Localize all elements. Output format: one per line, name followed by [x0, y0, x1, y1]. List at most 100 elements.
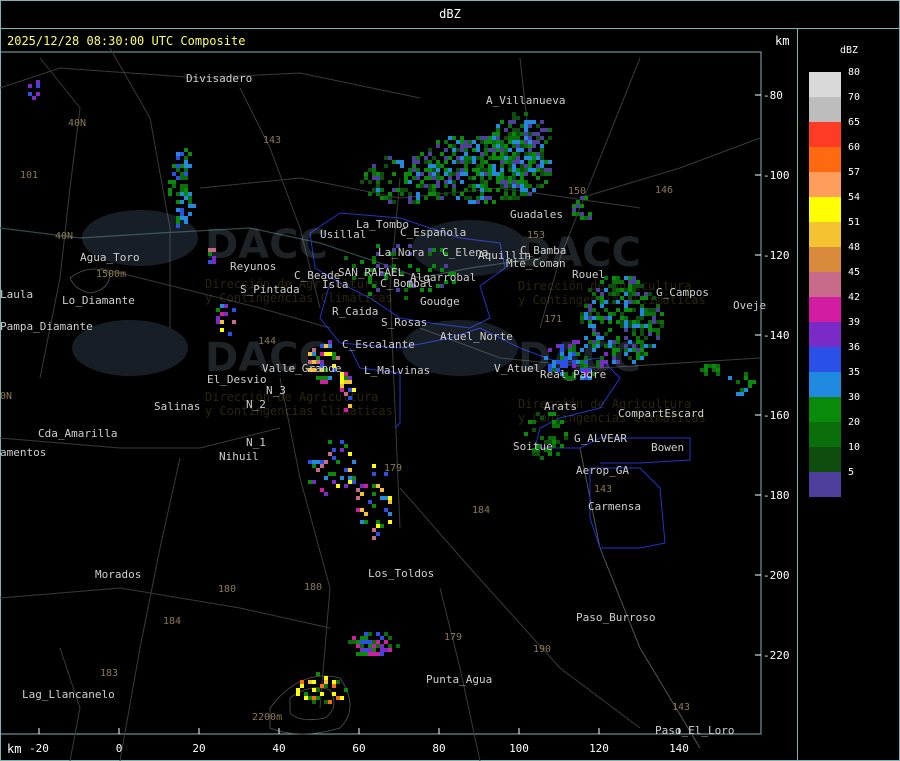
echo-cell — [472, 188, 476, 192]
echo-cell — [372, 172, 376, 176]
echo-cell — [516, 144, 520, 148]
echo-cell — [740, 388, 744, 392]
echo-cell — [184, 168, 188, 172]
echo-cell — [452, 160, 456, 164]
echo-cell — [524, 168, 528, 172]
legend-swatch — [809, 72, 841, 97]
echo-cell — [436, 176, 440, 180]
echo-cell — [488, 136, 492, 140]
echo-cell — [416, 160, 420, 164]
echo-cell — [504, 180, 508, 184]
echo-cell — [520, 176, 524, 180]
echo-cell — [740, 392, 744, 396]
echo-cell — [500, 196, 504, 200]
echo-cell — [380, 496, 384, 500]
echo-cell — [376, 184, 380, 188]
echo-cell — [548, 160, 552, 164]
echo-cell — [600, 300, 604, 304]
echo-cell — [360, 520, 364, 524]
echo-cell — [396, 160, 400, 164]
echo-cell — [508, 136, 512, 140]
legend-value: 45 — [848, 267, 861, 278]
legend-swatch — [809, 397, 841, 422]
echo-cell — [648, 320, 652, 324]
echo-cell — [640, 312, 644, 316]
echo-cell — [528, 164, 532, 168]
echo-cell — [624, 348, 628, 352]
place-label: Atuel_Norte — [440, 330, 513, 343]
echo-cell — [324, 380, 328, 384]
echo-cell — [336, 460, 340, 464]
road-label: 180 — [218, 584, 236, 595]
echo-cell — [500, 152, 504, 156]
echo-cell — [388, 192, 392, 196]
echo-cell — [460, 148, 464, 152]
echo-cell — [472, 160, 476, 164]
echo-cell — [448, 156, 452, 160]
legend-swatch — [809, 222, 841, 247]
echo-cell — [176, 216, 180, 220]
echo-cell — [336, 696, 340, 700]
echo-cell — [384, 156, 388, 160]
echo-cell — [348, 376, 352, 380]
place-label: Rouel — [572, 268, 605, 281]
echo-cell — [364, 648, 368, 652]
echo-cell — [488, 176, 492, 180]
echo-cell — [508, 168, 512, 172]
place-label: Real_Padre — [540, 368, 606, 381]
echo-cell — [644, 308, 648, 312]
panel-divider — [797, 28, 798, 761]
echo-cell — [388, 196, 392, 200]
echo-cell — [184, 148, 188, 152]
echo-cell — [368, 648, 372, 652]
echo-cell — [444, 148, 448, 152]
echo-cell — [632, 332, 636, 336]
echo-cell — [332, 680, 336, 684]
echo-cell — [364, 632, 368, 636]
echo-cell — [444, 192, 448, 196]
radar-map[interactable]: DACC DACC DACC DACC Dirección de Agricul… — [0, 28, 797, 761]
echo-cell — [464, 152, 468, 156]
echo-cell — [388, 496, 392, 500]
echo-cell — [184, 160, 188, 164]
echo-cell — [468, 144, 472, 148]
x-tick-label: -20 — [29, 742, 49, 755]
echo-cell — [344, 380, 348, 384]
echo-cell — [640, 348, 644, 352]
echo-cell — [336, 484, 340, 488]
echo-cell — [508, 120, 512, 124]
echo-cell — [464, 160, 468, 164]
legend-value: 54 — [848, 192, 861, 203]
echo-cell — [624, 320, 628, 324]
place-label: Carmensa — [588, 500, 641, 513]
echo-cell — [324, 476, 328, 480]
echo-cell — [512, 132, 516, 136]
echo-cell — [640, 344, 644, 348]
echo-cell — [352, 640, 356, 644]
echo-cell — [528, 152, 532, 156]
echo-cell — [596, 332, 600, 336]
echo-cell — [472, 176, 476, 180]
echo-cell — [188, 192, 192, 196]
echo-cell — [624, 300, 628, 304]
echo-cell — [736, 392, 740, 396]
echo-cell — [504, 176, 508, 180]
road-label: 153 — [527, 230, 545, 241]
echo-cell — [224, 304, 228, 308]
echo-cell — [388, 200, 392, 204]
echo-cell — [408, 180, 412, 184]
echo-cell — [500, 148, 504, 152]
echo-cell — [504, 144, 508, 148]
echo-cell — [616, 276, 620, 280]
echo-cell — [408, 192, 412, 196]
echo-cell — [360, 640, 364, 644]
echo-cell — [372, 256, 376, 260]
echo-cell — [552, 424, 556, 428]
echo-cell — [372, 472, 376, 476]
echo-cell — [484, 148, 488, 152]
echo-cell — [628, 276, 632, 280]
echo-cell — [184, 188, 188, 192]
echo-cell — [564, 436, 568, 440]
echo-cell — [376, 180, 380, 184]
echo-cell — [624, 324, 628, 328]
